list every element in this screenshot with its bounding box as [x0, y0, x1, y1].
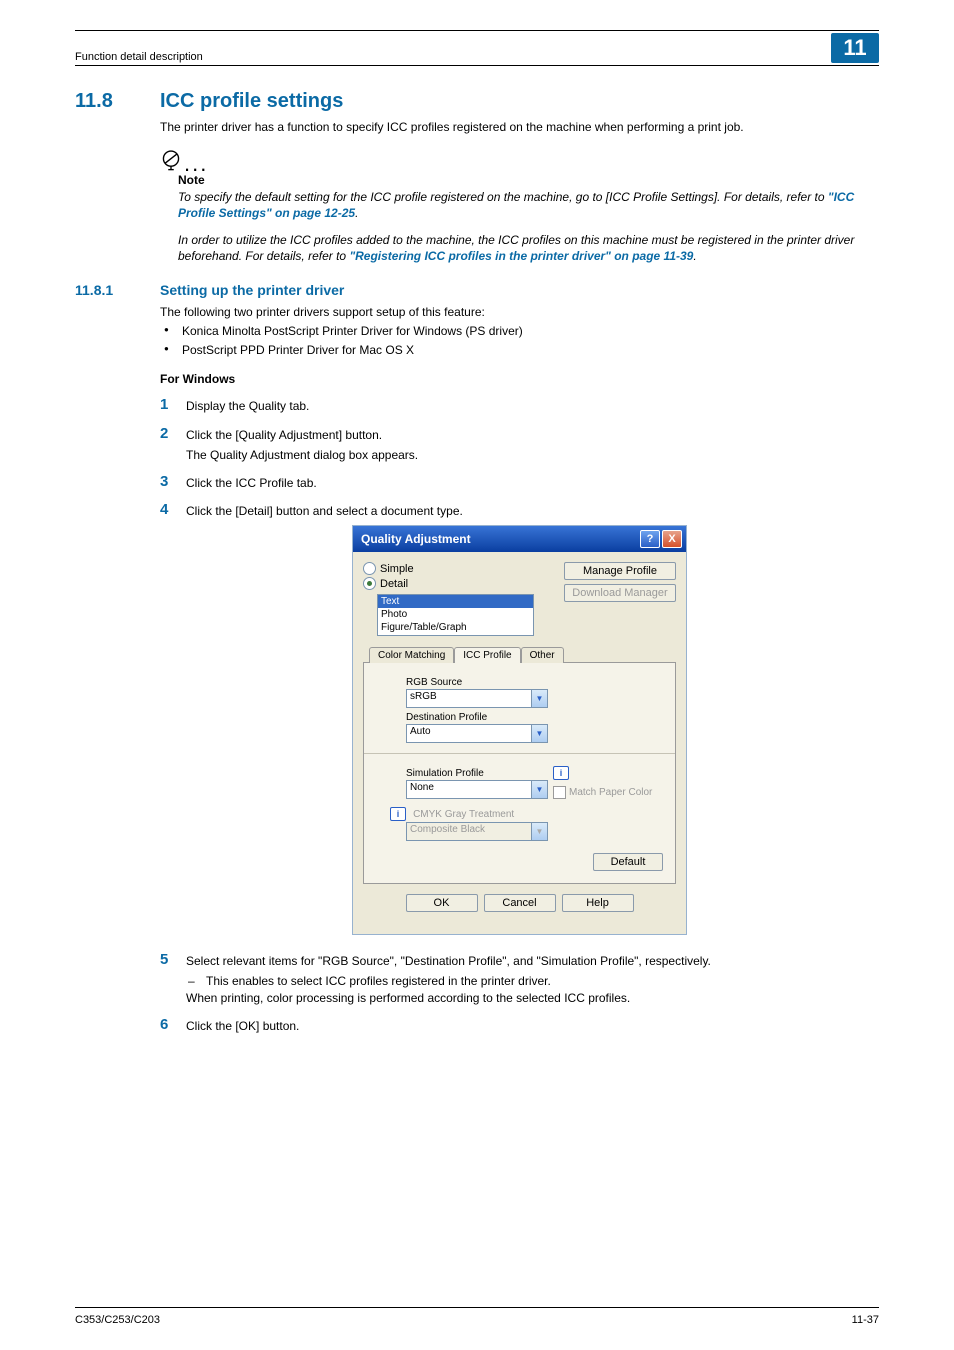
default-button[interactable]: Default: [593, 853, 663, 871]
cmyk-gray-combo: Composite Black ▼: [406, 822, 548, 841]
step-4-text: Click the [Detail] button and select a d…: [186, 501, 879, 519]
note-label: Note: [178, 173, 879, 187]
list-item[interactable]: Photo: [378, 608, 533, 621]
section-11-8-1-intro: The following two printer drivers suppor…: [160, 304, 879, 320]
info-icon[interactable]: i: [390, 807, 406, 821]
note-paragraph-1: To specify the default setting for the I…: [178, 189, 879, 221]
note-link-2[interactable]: "Registering ICC profiles in the printer…: [349, 249, 693, 263]
download-manager-button[interactable]: Download Manager: [564, 584, 676, 602]
simulation-profile-label: Simulation Profile: [406, 768, 553, 779]
driver-bullet-2: PostScript PPD Printer Driver for Mac OS…: [160, 343, 879, 359]
simulation-profile-combo[interactable]: None ▼: [406, 780, 548, 799]
for-windows-heading: For Windows: [160, 372, 879, 386]
radio-simple[interactable]: [363, 562, 376, 575]
rgb-source-combo[interactable]: sRGB ▼: [406, 689, 548, 708]
step-5-dash: This enables to select ICC profiles regi…: [186, 973, 879, 989]
radio-detail-label: Detail: [380, 578, 408, 590]
list-item[interactable]: Figure/Table/Graph: [378, 621, 533, 634]
driver-bullet-1: Konica Minolta PostScript Printer Driver…: [160, 324, 879, 340]
step-5-text: Select relevant items for "RGB Source", …: [186, 953, 879, 969]
close-icon[interactable]: X: [662, 530, 682, 548]
chevron-down-icon[interactable]: ▼: [531, 689, 548, 708]
chapter-badge: 11: [831, 33, 879, 63]
chevron-down-icon[interactable]: ▼: [531, 724, 548, 743]
list-item[interactable]: Text: [378, 595, 533, 608]
match-paper-label: Match Paper Color: [569, 787, 652, 798]
step-number: 5: [160, 951, 186, 1006]
tab-other[interactable]: Other: [521, 647, 564, 663]
radio-detail[interactable]: [363, 577, 376, 590]
section-number-11-8: 11.8: [75, 90, 160, 113]
info-icon[interactable]: i: [553, 766, 569, 780]
step-6-text: Click the [OK] button.: [186, 1016, 879, 1034]
rgb-source-label: RGB Source: [406, 677, 663, 688]
section-number-11-8-1: 11.8.1: [75, 282, 160, 298]
section-title-11-8: ICC profile settings: [160, 90, 343, 113]
manage-profile-button[interactable]: Manage Profile: [564, 562, 676, 580]
step-3-text: Click the ICC Profile tab.: [186, 473, 879, 491]
dialog-title: Quality Adjustment: [361, 532, 471, 546]
help-icon[interactable]: ?: [640, 530, 660, 548]
cancel-button[interactable]: Cancel: [484, 894, 556, 912]
step-number: 3: [160, 473, 186, 491]
tab-icc-profile[interactable]: ICC Profile: [454, 647, 520, 663]
step-5-after: When printing, color processing is perfo…: [186, 990, 879, 1006]
note-dots: ...: [184, 160, 208, 169]
doctype-listbox[interactable]: Text Photo Figure/Table/Graph: [377, 594, 534, 636]
step-number: 4: [160, 501, 186, 519]
help-button[interactable]: Help: [562, 894, 634, 912]
match-paper-checkbox: [553, 786, 566, 799]
tab-color-matching[interactable]: Color Matching: [369, 647, 454, 663]
step-2-text: Click the [Quality Adjustment] button.: [186, 427, 879, 443]
ok-button[interactable]: OK: [406, 894, 478, 912]
running-head: Function detail description: [75, 51, 203, 63]
chevron-down-icon: ▼: [531, 822, 548, 841]
footer-model: C353/C253/C203: [75, 1314, 160, 1326]
section-title-11-8-1: Setting up the printer driver: [160, 282, 344, 298]
step-1-text: Display the Quality tab.: [186, 396, 879, 414]
step-2-sub: The Quality Adjustment dialog box appear…: [186, 447, 879, 463]
cmyk-gray-label: CMYK Gray Treatment: [413, 809, 514, 820]
destination-profile-label: Destination Profile: [406, 712, 663, 723]
chevron-down-icon[interactable]: ▼: [531, 780, 548, 799]
note-paragraph-2: In order to utilize the ICC profiles add…: [178, 232, 879, 264]
note-icon: [160, 149, 182, 171]
step-number: 6: [160, 1016, 186, 1034]
step-number: 2: [160, 425, 186, 463]
quality-adjustment-dialog: Quality Adjustment ? X Manage Profile Do…: [352, 525, 687, 935]
radio-simple-label: Simple: [380, 563, 414, 575]
destination-profile-combo[interactable]: Auto ▼: [406, 724, 548, 743]
footer-page-number: 11-37: [852, 1314, 879, 1326]
step-number: 1: [160, 396, 186, 414]
section-11-8-intro: The printer driver has a function to spe…: [160, 119, 879, 135]
